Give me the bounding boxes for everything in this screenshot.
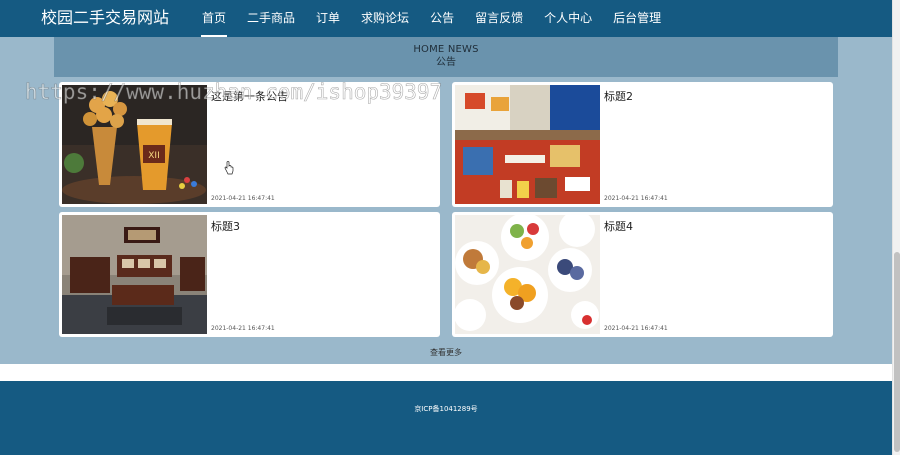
news-date: 2021-04-21 16:47:41 [604, 325, 668, 332]
news-section: HOME NEWS 公告 XII 这是第一条公告 2021-04-21 16:4… [0, 37, 892, 364]
news-title[interactable]: 标题4 [604, 220, 633, 234]
nav-item-orders[interactable]: 订单 [307, 0, 349, 37]
top-navbar: 校园二手交易网站 首页 二手商品 订单 求购论坛 公告 留言反馈 个人中心 后台… [0, 0, 892, 37]
news-card[interactable]: 标题3 2021-04-21 16:47:41 [59, 212, 440, 337]
nav-item-second-hand-goods[interactable]: 二手商品 [238, 0, 304, 37]
news-date: 2021-04-21 16:47:41 [604, 195, 668, 202]
nav-item-wanted-forum[interactable]: 求购论坛 [352, 0, 418, 37]
hand-pointer-cursor-icon [224, 161, 234, 175]
nav-item-admin[interactable]: 后台管理 [604, 0, 670, 37]
nav-item-personal-center[interactable]: 个人中心 [535, 0, 601, 37]
view-more-link[interactable]: 查看更多 [0, 348, 892, 358]
section-heading-cn: 公告 [436, 57, 456, 68]
section-header: HOME NEWS 公告 [54, 37, 838, 77]
page-scrollbar[interactable] [892, 0, 900, 455]
news-title[interactable]: 标题2 [604, 90, 633, 104]
footer: 京ICP备1041289号 [0, 381, 892, 455]
fruit-yogurt-bowls-photo [455, 215, 600, 334]
news-date: 2021-04-21 16:47:41 [211, 195, 275, 202]
news-date: 2021-04-21 16:47:41 [211, 325, 275, 332]
waffle-and-milk-tea-photo: XII [62, 85, 207, 204]
nav-item-announcements[interactable]: 公告 [421, 0, 463, 37]
living-room-furniture-photo [62, 215, 207, 334]
divider-strip [0, 364, 892, 381]
news-card[interactable]: 标题4 2021-04-21 16:47:41 [452, 212, 833, 337]
shop-interior-photo [455, 85, 600, 204]
nav-item-home[interactable]: 首页 [193, 0, 235, 37]
section-heading-en: HOME NEWS [413, 44, 479, 55]
icp-record: 京ICP备1041289号 [414, 405, 478, 413]
scrollbar-thumb[interactable] [894, 252, 900, 452]
nav-item-feedback[interactable]: 留言反馈 [466, 0, 532, 37]
news-title[interactable]: 标题3 [211, 220, 240, 234]
news-title[interactable]: 这是第一条公告 [211, 90, 288, 104]
site-title[interactable]: 校园二手交易网站 [41, 7, 169, 29]
news-card[interactable]: XII 这是第一条公告 2021-04-21 16:47:41 [59, 82, 440, 207]
svg-text:XII: XII [148, 151, 159, 161]
news-card[interactable]: 标题2 2021-04-21 16:47:41 [452, 82, 833, 207]
main-nav: 首页 二手商品 订单 求购论坛 公告 留言反馈 个人中心 后台管理 [193, 0, 673, 37]
